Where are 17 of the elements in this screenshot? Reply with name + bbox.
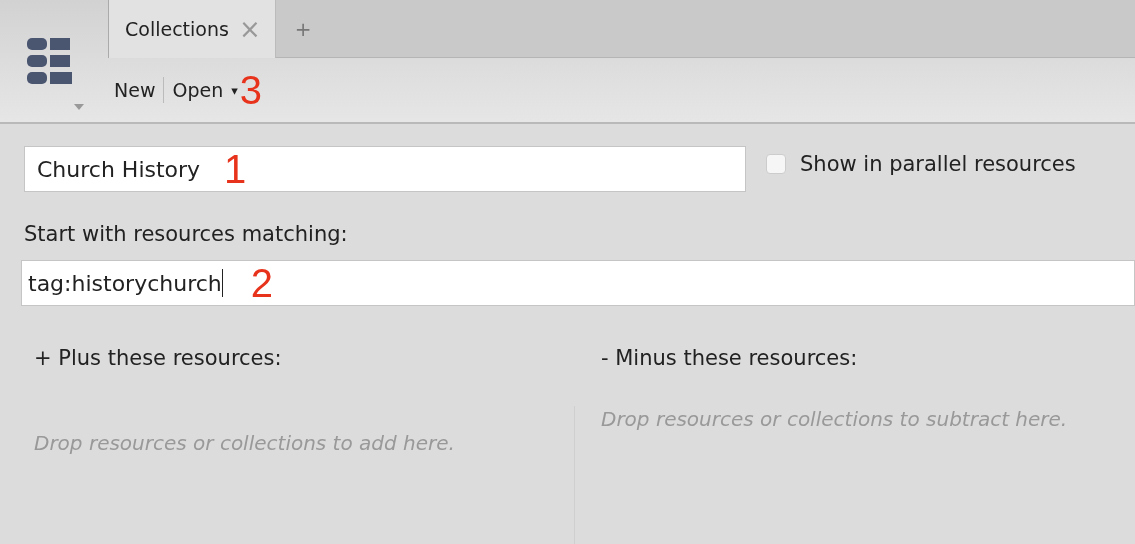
query-label: Start with resources matching: <box>24 222 349 246</box>
annotation-number: 2 <box>250 263 273 303</box>
annotation-number: 1 <box>224 149 247 189</box>
caret-icon[interactable] <box>74 104 84 110</box>
caret-icon[interactable]: ▾ <box>231 82 238 98</box>
plus-heading: + Plus these resources: <box>34 346 283 370</box>
query-field[interactable]: tag:historychurch 2 <box>21 260 1135 306</box>
collection-name-field[interactable]: Church History 1 <box>24 146 746 192</box>
minus-heading: - Minus these resources: <box>601 346 859 370</box>
open-button[interactable]: Open <box>170 77 226 103</box>
tab[interactable]: Collections × <box>108 0 276 58</box>
drop-hint: Drop resources or collections to subtract here. <box>601 406 1069 433</box>
checkbox[interactable] <box>766 154 786 174</box>
annotation-number: 3 <box>239 70 262 110</box>
checkbox-label: Show in parallel resources <box>800 152 1076 176</box>
new-button[interactable]: New <box>112 77 158 103</box>
drop-hint: Drop resources or collections to add here. <box>34 430 456 457</box>
